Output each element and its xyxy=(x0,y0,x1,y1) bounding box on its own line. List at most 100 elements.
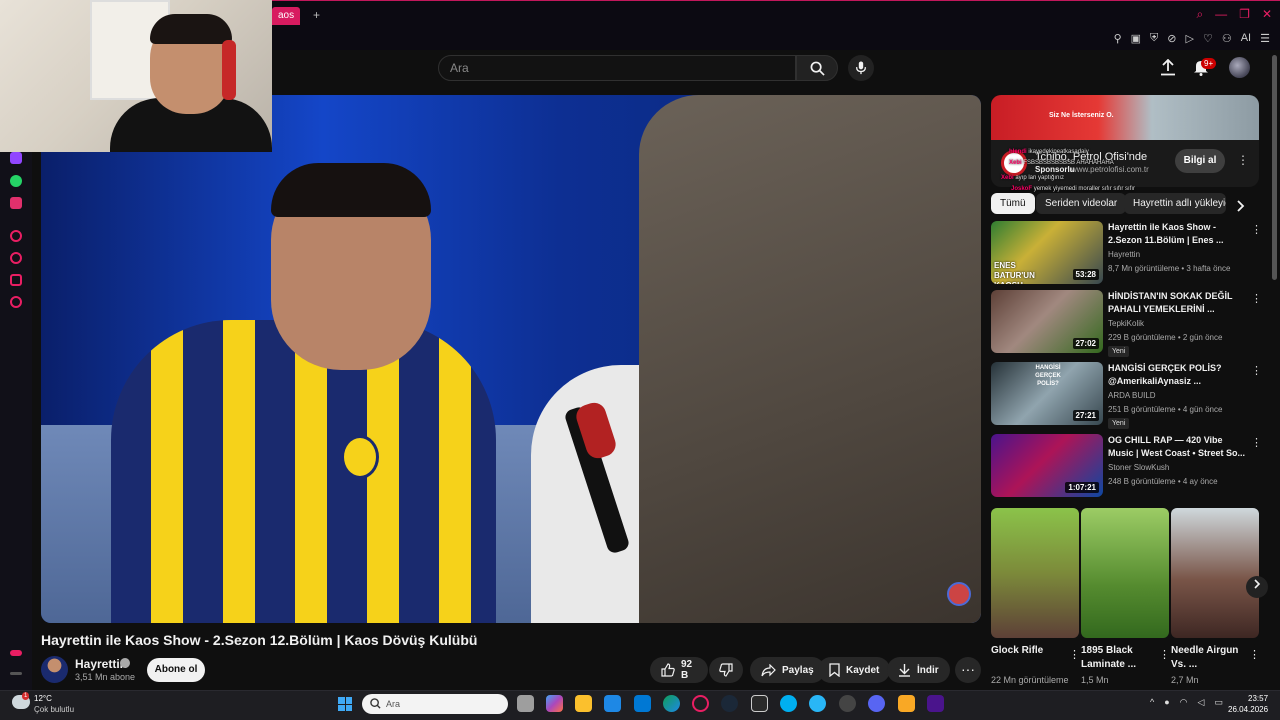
restore-icon[interactable]: ❐ xyxy=(1239,7,1250,22)
list-item[interactable]: ENES BATUR'UN KAOSU 53:28 Hayrettin ile … xyxy=(991,221,1262,285)
dislike-button[interactable] xyxy=(709,657,743,683)
opera-gx-icon[interactable] xyxy=(692,695,709,712)
video-title[interactable]: OG CHILL RAP — 420 Vibe Music | West Coa… xyxy=(1108,434,1246,460)
skype-icon[interactable] xyxy=(780,695,797,712)
epic-games-icon[interactable] xyxy=(751,695,768,712)
channel-name[interactable]: TepkiKolik xyxy=(1108,319,1144,328)
channel-name[interactable]: Hayrettin xyxy=(1108,250,1140,259)
chip-all[interactable]: Tümü xyxy=(991,193,1035,214)
voice-search-button[interactable] xyxy=(848,55,874,81)
edge-icon[interactable] xyxy=(663,695,680,712)
app-purple-icon[interactable] xyxy=(927,695,944,712)
twitch-icon[interactable] xyxy=(10,152,22,164)
player-icon[interactable]: ▷ xyxy=(1186,32,1194,45)
list-item[interactable]: HANGİSİ GERÇEK POLİS? 27:21 HANGİSİ GERÇ… xyxy=(991,362,1262,429)
settings-icon[interactable] xyxy=(10,296,22,308)
snapshot-icon[interactable]: ▣ xyxy=(1131,32,1141,45)
ad-banner[interactable] xyxy=(991,95,1259,140)
channel-name[interactable]: ARDA BUILD xyxy=(1108,391,1156,400)
favorites-icon[interactable]: ♡ xyxy=(1203,32,1213,45)
close-icon[interactable]: ✕ xyxy=(1262,7,1272,22)
video-title[interactable]: HİNDİSTAN'IN SOKAK DEĞİL PAHALI YEMEKLER… xyxy=(1108,290,1246,316)
ad-menu-icon[interactable]: ⋮ xyxy=(1237,153,1249,167)
start-button[interactable] xyxy=(338,697,352,711)
battery-icon[interactable]: ▭ xyxy=(1214,697,1223,708)
search-input[interactable]: Ara xyxy=(438,55,796,81)
browser-tab[interactable]: aos xyxy=(272,7,301,25)
download-button[interactable]: İndir xyxy=(887,657,950,683)
video-menu-icon[interactable]: ⋮ xyxy=(1251,436,1262,449)
adblock-icon[interactable]: ⊘ xyxy=(1167,32,1176,45)
weather-description[interactable]: Çok bulutlu xyxy=(34,705,74,714)
video-player[interactable] xyxy=(41,95,981,623)
short-thumbnail[interactable] xyxy=(1081,508,1169,638)
video-menu-icon[interactable]: ⋮ xyxy=(1251,223,1262,236)
app-v-icon[interactable] xyxy=(898,695,915,712)
copilot-icon[interactable] xyxy=(546,695,563,712)
whatsapp-icon[interactable] xyxy=(10,175,22,187)
short-menu-icon[interactable]: ⋮ xyxy=(1159,648,1170,661)
more-actions-button[interactable]: ··· xyxy=(955,657,981,683)
taskbar-search-input[interactable]: Ara xyxy=(362,694,508,714)
short-title[interactable]: Needle Airgun Vs. ... xyxy=(1171,644,1249,672)
list-item[interactable]: 1:07:21 OG CHILL RAP — 420 Vibe Music | … xyxy=(991,434,1262,498)
clock-time[interactable]: 23:57 xyxy=(1248,694,1268,703)
chip-series[interactable]: Seriden videolar xyxy=(1036,193,1127,214)
subscribe-button[interactable]: Abone ol xyxy=(147,658,205,682)
volume-icon[interactable]: ◁ xyxy=(1198,697,1205,708)
weather-temperature[interactable]: 12°C xyxy=(34,694,52,703)
account-icon[interactable]: ⚇ xyxy=(1222,32,1232,45)
network-icon[interactable]: ◠ xyxy=(1180,697,1188,708)
microphone-icon[interactable]: ● xyxy=(1164,697,1169,708)
pinboard-icon[interactable] xyxy=(10,274,22,286)
short-title[interactable]: Glock Rifle xyxy=(991,644,1069,658)
chip-uploader[interactable]: Hayrettin adlı yükleyic xyxy=(1124,193,1226,214)
video-thumbnail[interactable]: ENES BATUR'UN KAOSU 53:28 xyxy=(991,221,1103,284)
video-menu-icon[interactable]: ⋮ xyxy=(1251,292,1262,305)
channel-avatar[interactable] xyxy=(41,656,68,683)
new-tab-button[interactable]: + xyxy=(313,8,320,22)
video-title[interactable]: HANGİSİ GERÇEK POLİS? @AmerikaliAynasiz … xyxy=(1108,362,1246,388)
file-explorer-icon[interactable] xyxy=(575,695,592,712)
video-menu-icon[interactable]: ⋮ xyxy=(1251,364,1262,377)
minimize-icon[interactable]: — xyxy=(1215,7,1227,22)
like-button[interactable]: 92 B xyxy=(650,657,708,683)
short-item[interactable]: 1895 Black Laminate ... 1,5 Mn ⋮ xyxy=(1081,508,1170,688)
instagram-icon[interactable] xyxy=(10,197,22,209)
channel-name[interactable]: Stoner SlowKush xyxy=(1108,463,1169,472)
chevron-up-icon[interactable]: ^ xyxy=(1150,697,1154,708)
short-item[interactable]: Glock Rifle 22 Mn görüntüleme ⋮ xyxy=(991,508,1080,688)
shorts-next-button[interactable] xyxy=(1246,576,1268,598)
aria-ai-icon[interactable]: AI xyxy=(1241,32,1251,45)
menu-icon[interactable]: ☰ xyxy=(1260,32,1270,45)
short-title[interactable]: 1895 Black Laminate ... xyxy=(1081,644,1159,672)
task-view-icon[interactable] xyxy=(517,695,534,712)
save-button[interactable]: Kaydet xyxy=(818,657,891,683)
channel-watermark[interactable] xyxy=(947,582,971,606)
video-thumbnail[interactable]: HANGİSİ GERÇEK POLİS? 27:21 xyxy=(991,362,1103,425)
search-button[interactable] xyxy=(796,55,838,81)
short-menu-icon[interactable]: ⋮ xyxy=(1249,648,1260,661)
pin-icon[interactable]: ⚲ xyxy=(1114,32,1122,45)
clock-date[interactable]: 26.04.2026 xyxy=(1228,705,1268,714)
obs-icon[interactable] xyxy=(839,695,856,712)
share-button[interactable]: Paylaş xyxy=(750,657,825,683)
short-menu-icon[interactable]: ⋮ xyxy=(1069,648,1080,661)
page-scrollbar[interactable] xyxy=(1272,55,1277,280)
short-thumbnail[interactable] xyxy=(991,508,1079,638)
video-thumbnail[interactable]: 27:02 xyxy=(991,290,1103,353)
short-item[interactable]: Needle Airgun Vs. ... 2,7 Mn ⋮ xyxy=(1171,508,1260,688)
browser-icon[interactable] xyxy=(809,695,826,712)
chips-next-button[interactable] xyxy=(1237,199,1245,217)
create-button[interactable] xyxy=(1160,58,1176,81)
discord-icon[interactable] xyxy=(868,695,885,712)
list-item[interactable]: 27:02 HİNDİSTAN'IN SOKAK DEĞİL PAHALI YE… xyxy=(991,290,1262,357)
more-icon[interactable] xyxy=(10,672,22,675)
account-avatar[interactable] xyxy=(1229,57,1250,78)
player-icon[interactable] xyxy=(10,230,22,242)
store-icon[interactable] xyxy=(604,695,621,712)
search-icon[interactable]: ⌕ xyxy=(1196,7,1203,22)
outlook-icon[interactable] xyxy=(634,695,651,712)
video-title[interactable]: Hayrettin ile Kaos Show - 2.Sezon 11.Böl… xyxy=(1108,221,1246,247)
gx-icon[interactable] xyxy=(10,650,22,656)
